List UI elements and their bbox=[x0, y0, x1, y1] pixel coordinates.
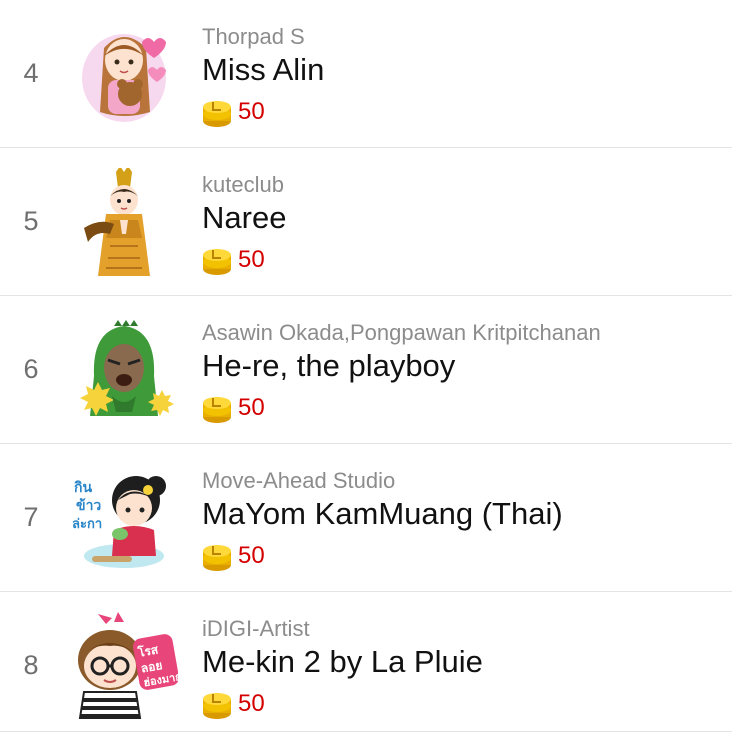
coin-icon bbox=[203, 545, 231, 571]
price-value: 50 bbox=[238, 246, 265, 273]
coin-icon bbox=[203, 249, 231, 275]
rank-number: 4 bbox=[23, 58, 39, 88]
rank-number: 8 bbox=[23, 650, 39, 680]
list-item[interactable]: 6 Asawin Okada,Pongpawan Kritpitchanan H… bbox=[0, 296, 732, 444]
sticker-author: kuteclub bbox=[202, 172, 284, 197]
sticker-title[interactable]: Naree bbox=[202, 200, 286, 236]
rank-number: 6 bbox=[23, 354, 39, 384]
girl-with-glasses-sticker-icon: โรส ลอย ฮ่องมาก bbox=[70, 612, 178, 720]
price-value: 50 bbox=[238, 394, 265, 421]
list-item[interactable]: 4 Thorpad S Miss Alin 50 bbox=[0, 0, 732, 148]
rank-number: 5 bbox=[23, 206, 39, 236]
price-value: 50 bbox=[238, 98, 265, 125]
girl-with-teddy-bear-sticker-icon bbox=[70, 20, 178, 128]
list-item[interactable]: 8 โรส ลอย ฮ่องมาก iDIGI-Artist Me-kin 2 … bbox=[0, 592, 732, 732]
price: 50 bbox=[200, 242, 265, 278]
rank-number: 7 bbox=[23, 502, 39, 532]
sticker-author: Asawin Okada,Pongpawan Kritpitchanan bbox=[202, 320, 601, 345]
girl-eating-sticker-icon: กิน ข้าว ล่ะกา bbox=[70, 464, 178, 572]
price: 50 bbox=[200, 538, 265, 574]
price: 50 bbox=[200, 390, 265, 426]
thai-dancer-sticker-icon bbox=[70, 168, 178, 276]
sticker-title[interactable]: He-re, the playboy bbox=[202, 348, 455, 384]
svg-text:กิน: กิน bbox=[73, 480, 92, 496]
sticker-title[interactable]: Me-kin 2 by La Pluie bbox=[202, 644, 483, 680]
sticker-title[interactable]: Miss Alin bbox=[202, 52, 324, 88]
svg-text:ข้าว: ข้าว bbox=[76, 498, 101, 514]
price: 50 bbox=[200, 686, 265, 722]
list-item[interactable]: 7 กิน ข้าว ล่ะกา Move-Ahead Studio MaYom… bbox=[0, 444, 732, 592]
price-value: 50 bbox=[238, 690, 265, 717]
list-item[interactable]: 5 kuteclub Naree 50 bbox=[0, 148, 732, 296]
coin-icon bbox=[203, 397, 231, 423]
sticker-author: Thorpad S bbox=[202, 24, 305, 49]
coin-icon bbox=[203, 693, 231, 719]
svg-text:ล่ะกา: ล่ะกา bbox=[72, 517, 102, 532]
green-dino-costume-sticker-icon bbox=[70, 316, 178, 424]
price: 50 bbox=[200, 94, 265, 130]
sticker-author: iDIGI-Artist bbox=[202, 616, 310, 641]
sticker-ranking-list: 4 Thorpad S Miss Alin 50 5 kuteclub Nare… bbox=[0, 0, 732, 732]
sticker-title[interactable]: MaYom KamMuang (Thai) bbox=[202, 496, 563, 532]
coin-icon bbox=[203, 101, 231, 127]
sticker-author: Move-Ahead Studio bbox=[202, 468, 396, 493]
price-value: 50 bbox=[238, 542, 265, 569]
